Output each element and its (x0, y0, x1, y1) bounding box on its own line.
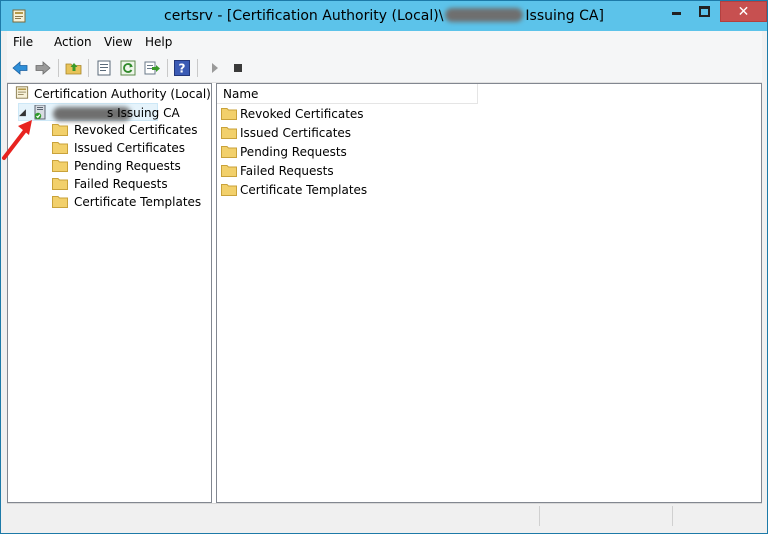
folder-icon (221, 146, 237, 158)
window: certsrv - [Certification Authority (Loca… (0, 0, 768, 534)
forward-arrow-icon[interactable] (34, 59, 52, 77)
folder-icon (52, 178, 68, 190)
maximize-button[interactable] (690, 1, 718, 22)
column-header-label: Name (223, 87, 259, 101)
minimize-icon (672, 12, 681, 15)
toolbar: ? (7, 53, 762, 83)
back-arrow-icon[interactable] (11, 59, 29, 77)
stop-service-icon[interactable] (229, 59, 247, 77)
folder-icon (52, 142, 68, 154)
tree-item-label: Revoked Certificates (74, 123, 198, 137)
status-bar (7, 503, 762, 528)
client-area: File Action View Help ? Certification Au… (7, 31, 762, 528)
folder-icon (221, 165, 237, 177)
ca-server-icon (34, 105, 46, 120)
results-list[interactable]: Name Revoked Certificates Issued Certifi… (216, 83, 762, 503)
tree-root-label: Certification Authority (Local) (34, 87, 211, 101)
status-cell (539, 506, 672, 526)
tree-item-label: Issued Certificates (74, 141, 186, 155)
refresh-icon[interactable] (119, 59, 137, 77)
toolbar-separator (197, 59, 198, 77)
certification-authority-icon (15, 86, 29, 99)
list-item-label: Revoked Certificates (240, 107, 364, 121)
status-cell (672, 506, 762, 526)
start-service-icon[interactable] (206, 59, 224, 77)
folder-icon (52, 196, 68, 208)
list-item-label: Certificate Templates (240, 183, 368, 197)
window-title-suffix: Issuing CA] (525, 8, 604, 24)
redacted-ca-name (445, 8, 524, 22)
window-title: certsrv - [Certification Authority (Loca… (1, 8, 767, 24)
close-icon: ✕ (737, 4, 750, 20)
list-item-label: Pending Requests (240, 145, 347, 159)
svg-text:?: ? (179, 62, 186, 76)
toolbar-separator (58, 59, 59, 77)
console-tree[interactable]: Certification Authority (Local) ◢ s Issu… (7, 83, 212, 503)
column-header-name[interactable]: Name (217, 84, 478, 104)
tree-ca-label: s Issuing CA (107, 106, 180, 120)
minimize-button[interactable] (662, 1, 690, 22)
menu-action[interactable]: Action (54, 35, 92, 49)
menu-help[interactable]: Help (145, 35, 172, 49)
list-item-label: Failed Requests (240, 164, 334, 178)
menu-view[interactable]: View (104, 35, 132, 49)
export-list-icon[interactable] (143, 59, 161, 77)
annotation-arrow-icon (2, 120, 32, 160)
tree-item-label: Certificate Templates (74, 195, 202, 209)
tree-item-label: Pending Requests (74, 159, 181, 173)
tree-item-label: Failed Requests (74, 177, 168, 191)
up-folder-icon[interactable] (65, 59, 83, 77)
title-bar[interactable]: certsrv - [Certification Authority (Loca… (1, 1, 767, 31)
list-item-label: Issued Certificates (240, 126, 352, 140)
close-button[interactable]: ✕ (720, 1, 767, 22)
folder-icon (52, 124, 68, 136)
menu-file[interactable]: File (13, 35, 33, 49)
folder-icon (221, 184, 237, 196)
properties-icon[interactable] (95, 59, 113, 77)
folder-icon (221, 108, 237, 120)
tree-ca-node[interactable]: ◢ s Issuing CA (18, 103, 180, 121)
folder-icon (221, 127, 237, 139)
toolbar-separator (167, 59, 168, 77)
folder-icon (52, 160, 68, 172)
maximize-icon (699, 6, 710, 17)
help-icon[interactable]: ? (173, 59, 191, 77)
menu-bar: File Action View Help (7, 31, 762, 53)
window-title-prefix: certsrv - [Certification Authority (Loca… (164, 8, 444, 24)
toolbar-separator (88, 59, 89, 77)
